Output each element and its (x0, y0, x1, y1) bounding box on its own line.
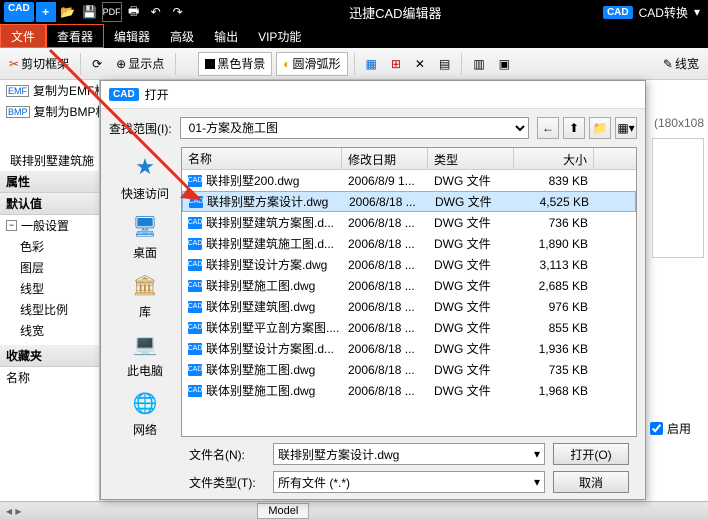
tool-icon-1[interactable]: ▦ (361, 52, 382, 76)
up-icon[interactable]: ⬆ (563, 117, 585, 139)
sb-quickaccess[interactable]: ★快速访问 (121, 151, 169, 202)
file-row[interactable]: CAD联排别墅设计方案.dwg2006/8/18 ...DWG 文件3,113 … (182, 254, 636, 275)
linewidth-button[interactable]: ✎ 线宽 (658, 52, 704, 76)
new-icon[interactable]: + (36, 2, 56, 22)
item-lineweight[interactable]: 线宽 (0, 320, 99, 341)
open-dialog: CAD 打开 查找范围(I): 01-方案及施工图 ← ⬆ 📁 ▦▾ ★快 (100, 80, 646, 500)
filetype-select[interactable]: 所有文件 (*.*)▾ (273, 471, 545, 493)
range-label: 查找范围(I): (109, 120, 172, 137)
file-row[interactable]: CAD联体别墅建筑图.dwg2006/8/18 ...DWG 文件976 KB (182, 296, 636, 317)
right-strip: (180x108 启用 (648, 112, 708, 439)
copy-bmp-button[interactable]: BMP复制为BMP格 (0, 101, 99, 122)
col-date[interactable]: 修改日期 (342, 148, 428, 169)
file-row[interactable]: CAD联排别墅建筑方案图.d...2006/8/18 ...DWG 文件736 … (182, 212, 636, 233)
smooth-arc-button[interactable]: ◐圆滑弧形 (276, 52, 347, 76)
print-icon[interactable]: 🖶 (124, 2, 144, 22)
preview-box (652, 138, 704, 258)
open-button[interactable]: 打开(O) (553, 443, 629, 465)
filetype-label: 文件类型(T): (189, 474, 265, 491)
show-points-button[interactable]: ⊕ 显示点 (111, 52, 169, 76)
tool-icon-2[interactable]: ⊞ (386, 52, 406, 76)
file-row[interactable]: CAD联排别墅200.dwg2006/8/9 1...DWG 文件839 KB (182, 170, 636, 191)
refresh-button[interactable]: ⟳ (87, 52, 107, 76)
tool-icon-5[interactable]: ▥ (468, 52, 489, 76)
copy-emf-button[interactable]: EMF复制为EMF格 (0, 80, 99, 101)
name-label: 名称 (0, 367, 99, 388)
open-icon[interactable]: 📂 (58, 2, 78, 22)
views-icon[interactable]: ▦▾ (615, 117, 637, 139)
sb-network[interactable]: 🌐网络 (129, 387, 161, 438)
item-color[interactable]: 色彩 (0, 236, 99, 257)
menu-editor[interactable]: 编辑器 (104, 24, 160, 48)
filename-input[interactable]: 联排别墅方案设计.dwg▾ (273, 443, 545, 465)
menu-advanced[interactable]: 高级 (160, 24, 204, 48)
undo-icon[interactable]: ↶ (146, 2, 166, 22)
content-area: CAD 打开 查找范围(I): 01-方案及施工图 ← ⬆ 📁 ▦▾ ★快 (100, 80, 708, 501)
file-row[interactable]: CAD联排别墅建筑施工图.d...2006/8/18 ...DWG 文件1,89… (182, 233, 636, 254)
dialog-title: 打开 (145, 86, 169, 103)
tool-icon-3[interactable]: ✕ (410, 52, 430, 76)
general-settings[interactable]: −一般设置 (0, 215, 99, 236)
toolbar: ✂剪切框架 ⟳ ⊕ 显示点 黑色背景 ◐圆滑弧形 ▦ ⊞ ✕ ▤ ▥ ▣ ✎ 线… (0, 48, 708, 80)
file-row[interactable]: CAD联体别墅设计方案图.d...2006/8/18 ...DWG 文件1,93… (182, 338, 636, 359)
file-row[interactable]: CAD联体别墅施工图.dwg2006/8/18 ...DWG 文件735 KB (182, 359, 636, 380)
menu-vip[interactable]: VIP功能 (248, 24, 311, 48)
cut-frame-button[interactable]: ✂剪切框架 (4, 52, 74, 76)
menu-output[interactable]: 输出 (204, 24, 248, 48)
dialog-sidebar: ★快速访问 🖥桌面 🏛库 💻此电脑 🌐网络 (109, 147, 181, 437)
col-name[interactable]: 名称 (182, 148, 342, 169)
file-row[interactable]: CAD联体别墅平立剖方案图....2006/8/18 ...DWG 文件855 … (182, 317, 636, 338)
newfolder-icon[interactable]: 📁 (589, 117, 611, 139)
cad-convert-label[interactable]: CAD转换 (639, 4, 688, 21)
sb-library[interactable]: 🏛库 (129, 269, 161, 320)
save-icon[interactable]: 💾 (80, 2, 100, 22)
pdf-icon[interactable]: PDF (102, 2, 122, 22)
tool-icon-4[interactable]: ▤ (434, 52, 455, 76)
dimensions-label: (180x108 (648, 112, 708, 134)
file-row[interactable]: CAD联体别墅施工图.dwg2006/8/18 ...DWG 文件1,968 K… (182, 380, 636, 401)
sb-thispc[interactable]: 💻此电脑 (127, 328, 163, 379)
titlebar: CAD + 📂 💾 PDF 🖶 ↶ ↷ 迅捷CAD编辑器 CAD CAD转换 ▾ (0, 0, 708, 24)
file-row[interactable]: CAD联排别墅施工图.dwg2006/8/18 ...DWG 文件2,685 K… (182, 275, 636, 296)
fav-header: 收藏夹 (0, 345, 99, 367)
doc-name[interactable]: 联排别墅建筑施 (0, 150, 99, 171)
col-size[interactable]: 大小 (514, 148, 594, 169)
back-icon[interactable]: ← (537, 117, 559, 139)
tool-icon-6[interactable]: ▣ (494, 52, 515, 76)
filename-label: 文件名(N): (189, 446, 265, 463)
file-list: 名称 修改日期 类型 大小 CAD联排别墅200.dwg2006/8/9 1..… (181, 147, 637, 437)
props-header: 属性 (0, 171, 99, 193)
black-bg-button[interactable]: 黑色背景 (198, 52, 272, 76)
dropdown-icon[interactable]: ▾ (694, 5, 700, 19)
menu-viewer[interactable]: 查看器 (46, 24, 104, 48)
status-arrows[interactable]: ◂ ▸ (0, 504, 27, 518)
default-header: 默认值 (0, 193, 99, 215)
sb-desktop[interactable]: 🖥桌面 (129, 210, 161, 261)
file-row[interactable]: CAD联排别墅方案设计.dwg2006/8/18 ...DWG 文件4,525 … (182, 191, 636, 212)
cancel-button[interactable]: 取消 (553, 471, 629, 493)
item-ltscale[interactable]: 线型比例 (0, 299, 99, 320)
menubar: 文件 查看器 编辑器 高级 输出 VIP功能 (0, 24, 708, 48)
menu-file[interactable]: 文件 (0, 24, 46, 48)
col-type[interactable]: 类型 (428, 148, 514, 169)
dialog-icon: CAD (109, 88, 139, 101)
redo-icon[interactable]: ↷ (168, 2, 188, 22)
item-layer[interactable]: 图层 (0, 257, 99, 278)
item-linetype[interactable]: 线型 (0, 278, 99, 299)
app-logo: CAD (4, 2, 34, 22)
folder-select[interactable]: 01-方案及施工图 (180, 117, 529, 139)
cad-badge-icon: CAD (603, 6, 633, 19)
app-title: 迅捷CAD编辑器 (188, 3, 603, 22)
left-panel: EMF复制为EMF格 BMP复制为BMP格 联排别墅建筑施 属性 默认值 −一般… (0, 80, 100, 501)
enable-checkbox[interactable]: 启用 (648, 418, 708, 439)
